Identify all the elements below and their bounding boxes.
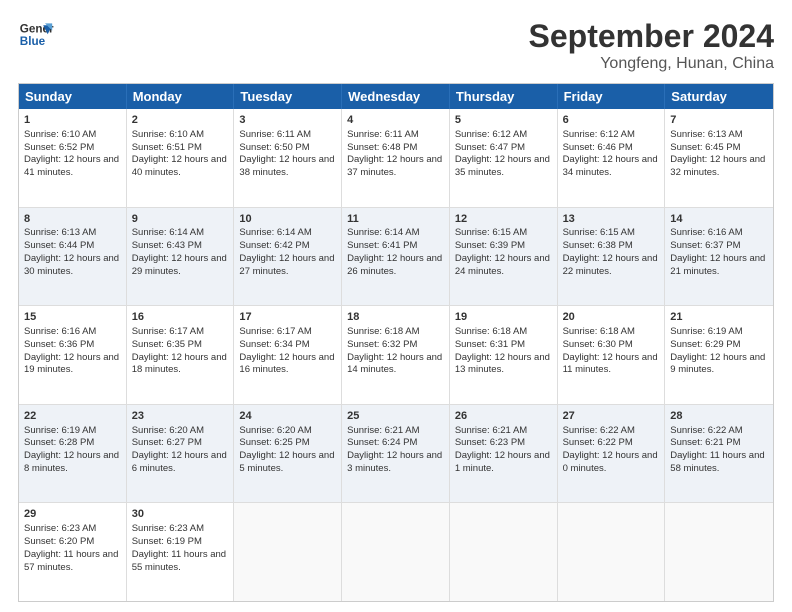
day-6: 6 Sunrise: 6:12 AMSunset: 6:46 PMDayligh… xyxy=(558,109,666,207)
day-empty-3 xyxy=(450,503,558,601)
week-row-1: 1 Sunrise: 6:10 AMSunset: 6:52 PMDayligh… xyxy=(19,109,773,208)
logo-icon: General Blue xyxy=(18,18,54,54)
logo: General Blue xyxy=(18,18,54,54)
day-28: 28 Sunrise: 6:22 AMSunset: 6:21 PMDaylig… xyxy=(665,405,773,503)
day-15: 15 Sunrise: 6:16 AMSunset: 6:36 PMDaylig… xyxy=(19,306,127,404)
day-5: 5 Sunrise: 6:12 AMSunset: 6:47 PMDayligh… xyxy=(450,109,558,207)
day-18: 18 Sunrise: 6:18 AMSunset: 6:32 PMDaylig… xyxy=(342,306,450,404)
day-29: 29 Sunrise: 6:23 AMSunset: 6:20 PMDaylig… xyxy=(19,503,127,601)
header-monday: Monday xyxy=(127,84,235,109)
day-21: 21 Sunrise: 6:19 AMSunset: 6:29 PMDaylig… xyxy=(665,306,773,404)
header-thursday: Thursday xyxy=(450,84,558,109)
day-7: 7 Sunrise: 6:13 AMSunset: 6:45 PMDayligh… xyxy=(665,109,773,207)
day-13: 13 Sunrise: 6:15 AMSunset: 6:38 PMDaylig… xyxy=(558,208,666,306)
day-empty-1 xyxy=(234,503,342,601)
location-title: Yongfeng, Hunan, China xyxy=(529,55,774,73)
day-30: 30 Sunrise: 6:23 AMSunset: 6:19 PMDaylig… xyxy=(127,503,235,601)
day-3: 3 Sunrise: 6:11 AMSunset: 6:50 PMDayligh… xyxy=(234,109,342,207)
day-10: 10 Sunrise: 6:14 AMSunset: 6:42 PMDaylig… xyxy=(234,208,342,306)
day-11: 11 Sunrise: 6:14 AMSunset: 6:41 PMDaylig… xyxy=(342,208,450,306)
day-25: 25 Sunrise: 6:21 AMSunset: 6:24 PMDaylig… xyxy=(342,405,450,503)
page: General Blue September 2024 Yongfeng, Hu… xyxy=(0,0,792,612)
week-row-3: 15 Sunrise: 6:16 AMSunset: 6:36 PMDaylig… xyxy=(19,306,773,405)
header-sunday: Sunday xyxy=(19,84,127,109)
header-tuesday: Tuesday xyxy=(234,84,342,109)
month-title: September 2024 xyxy=(529,18,774,55)
day-16: 16 Sunrise: 6:17 AMSunset: 6:35 PMDaylig… xyxy=(127,306,235,404)
day-1: 1 Sunrise: 6:10 AMSunset: 6:52 PMDayligh… xyxy=(19,109,127,207)
title-block: September 2024 Yongfeng, Hunan, China xyxy=(529,18,774,73)
day-12: 12 Sunrise: 6:15 AMSunset: 6:39 PMDaylig… xyxy=(450,208,558,306)
day-24: 24 Sunrise: 6:20 AMSunset: 6:25 PMDaylig… xyxy=(234,405,342,503)
day-23: 23 Sunrise: 6:20 AMSunset: 6:27 PMDaylig… xyxy=(127,405,235,503)
calendar-header: Sunday Monday Tuesday Wednesday Thursday… xyxy=(19,84,773,109)
day-4: 4 Sunrise: 6:11 AMSunset: 6:48 PMDayligh… xyxy=(342,109,450,207)
header-saturday: Saturday xyxy=(665,84,773,109)
week-row-4: 22 Sunrise: 6:19 AMSunset: 6:28 PMDaylig… xyxy=(19,405,773,504)
day-2: 2 Sunrise: 6:10 AMSunset: 6:51 PMDayligh… xyxy=(127,109,235,207)
week-row-2: 8 Sunrise: 6:13 AMSunset: 6:44 PMDayligh… xyxy=(19,208,773,307)
day-empty-2 xyxy=(342,503,450,601)
week-row-5: 29 Sunrise: 6:23 AMSunset: 6:20 PMDaylig… xyxy=(19,503,773,601)
header-wednesday: Wednesday xyxy=(342,84,450,109)
day-empty-5 xyxy=(665,503,773,601)
day-9: 9 Sunrise: 6:14 AMSunset: 6:43 PMDayligh… xyxy=(127,208,235,306)
day-26: 26 Sunrise: 6:21 AMSunset: 6:23 PMDaylig… xyxy=(450,405,558,503)
day-20: 20 Sunrise: 6:18 AMSunset: 6:30 PMDaylig… xyxy=(558,306,666,404)
day-17: 17 Sunrise: 6:17 AMSunset: 6:34 PMDaylig… xyxy=(234,306,342,404)
day-22: 22 Sunrise: 6:19 AMSunset: 6:28 PMDaylig… xyxy=(19,405,127,503)
calendar-body: 1 Sunrise: 6:10 AMSunset: 6:52 PMDayligh… xyxy=(19,109,773,601)
svg-text:Blue: Blue xyxy=(20,35,46,48)
header-friday: Friday xyxy=(558,84,666,109)
day-8: 8 Sunrise: 6:13 AMSunset: 6:44 PMDayligh… xyxy=(19,208,127,306)
calendar: Sunday Monday Tuesday Wednesday Thursday… xyxy=(18,83,774,602)
day-27: 27 Sunrise: 6:22 AMSunset: 6:22 PMDaylig… xyxy=(558,405,666,503)
header: General Blue September 2024 Yongfeng, Hu… xyxy=(18,18,774,73)
day-19: 19 Sunrise: 6:18 AMSunset: 6:31 PMDaylig… xyxy=(450,306,558,404)
day-14: 14 Sunrise: 6:16 AMSunset: 6:37 PMDaylig… xyxy=(665,208,773,306)
day-empty-4 xyxy=(558,503,666,601)
